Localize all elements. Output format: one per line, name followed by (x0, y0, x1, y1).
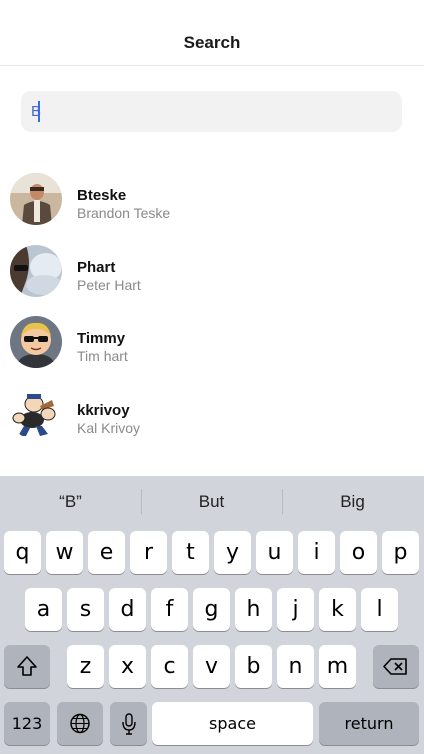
result-username: Timmy (77, 330, 126, 347)
search-input[interactable]: B (21, 91, 402, 132)
key-b[interactable]: b (235, 645, 272, 688)
navigation-bar: Search (0, 0, 424, 66)
microphone-icon (110, 702, 147, 745)
predictive-text-bar: “B” But Big (0, 476, 424, 527)
shift-key[interactable] (4, 645, 50, 688)
result-full-name: Brandon Teske (77, 205, 171, 221)
key-c[interactable]: c (151, 645, 188, 688)
on-screen-keyboard: “B” But Big q w e r t y u i o p a s d f … (0, 476, 424, 754)
suggestion-but[interactable]: But (141, 492, 282, 512)
text-caret (38, 101, 40, 122)
key-u[interactable]: u (256, 531, 293, 574)
key-d[interactable]: d (109, 588, 146, 631)
key-l[interactable]: l (361, 588, 398, 631)
key-z[interactable]: z (67, 645, 104, 688)
list-item[interactable]: Timmy Tim hart (0, 303, 424, 375)
list-item[interactable]: Bteske Brandon Teske (0, 160, 424, 232)
avatar (10, 245, 62, 297)
key-k[interactable]: k (319, 588, 356, 631)
space-key[interactable]: space (152, 702, 313, 745)
key-w[interactable]: w (46, 531, 83, 574)
key-x[interactable]: x (109, 645, 146, 688)
result-full-name: Tim hart (77, 348, 128, 364)
return-key[interactable]: return (319, 702, 419, 745)
list-item[interactable]: kkrivoy Kal Krivoy (0, 375, 424, 447)
key-i[interactable]: i (298, 531, 335, 574)
key-t[interactable]: t (172, 531, 209, 574)
page-title: Search (183, 33, 241, 52)
key-v[interactable]: v (193, 645, 230, 688)
result-full-name: Peter Hart (77, 277, 141, 293)
key-r[interactable]: r (130, 531, 167, 574)
key-q[interactable]: q (4, 531, 41, 574)
shift-icon (4, 645, 50, 688)
key-g[interactable]: g (193, 588, 230, 631)
key-y[interactable]: y (214, 531, 251, 574)
avatar (10, 388, 62, 440)
key-f[interactable]: f (151, 588, 188, 631)
key-n[interactable]: n (277, 645, 314, 688)
result-full-name: Kal Krivoy (77, 420, 141, 436)
globe-key[interactable] (57, 702, 103, 745)
key-s[interactable]: s (67, 588, 104, 631)
key-h[interactable]: h (235, 588, 272, 631)
numbers-key[interactable]: 123 (4, 702, 50, 745)
avatar (10, 173, 62, 225)
dictation-key[interactable] (110, 702, 147, 745)
globe-icon (57, 702, 103, 745)
suggestion-big[interactable]: Big (282, 492, 423, 512)
suggestion-quoted[interactable]: “B” (0, 492, 141, 512)
result-username: kkrivoy (77, 402, 130, 419)
avatar (10, 316, 62, 368)
list-item[interactable]: Phart Peter Hart (0, 232, 424, 304)
delete-key[interactable] (373, 645, 419, 688)
key-m[interactable]: m (319, 645, 356, 688)
key-j[interactable]: j (277, 588, 314, 631)
result-username: Bteske (77, 187, 127, 204)
key-a[interactable]: a (25, 588, 62, 631)
key-e[interactable]: e (88, 531, 125, 574)
result-username: Phart (77, 259, 116, 276)
key-o[interactable]: o (340, 531, 377, 574)
key-p[interactable]: p (382, 531, 419, 574)
backspace-icon (373, 645, 419, 688)
